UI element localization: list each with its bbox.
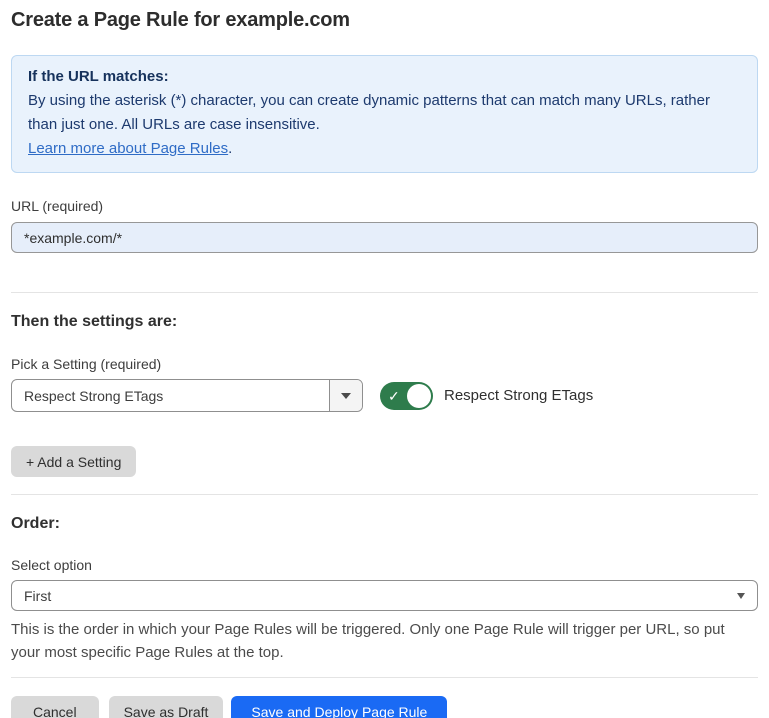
info-box-body: By using the asterisk (*) character, you… <box>28 89 741 137</box>
add-setting-button[interactable]: + Add a Setting <box>11 446 136 477</box>
setting-select-arrow-button[interactable] <box>329 380 362 411</box>
order-select-value: First <box>24 588 737 604</box>
url-match-info-box: If the URL matches: By using the asteris… <box>11 55 758 173</box>
save-as-draft-button[interactable]: Save as Draft <box>109 696 224 718</box>
order-help-text: This is the order in which your Page Rul… <box>11 618 758 664</box>
setting-row: Respect Strong ETags ✓ Respect Strong ET… <box>11 379 758 412</box>
toggle-label: Respect Strong ETags <box>444 387 593 404</box>
settings-section-heading: Then the settings are: <box>11 313 758 331</box>
footer-actions: Cancel Save as Draft Save and Deploy Pag… <box>11 696 758 718</box>
save-and-deploy-button[interactable]: Save and Deploy Page Rule <box>231 696 447 718</box>
divider <box>11 494 758 495</box>
link-suffix: . <box>228 140 232 157</box>
etags-toggle[interactable]: ✓ <box>380 382 433 410</box>
checkmark-icon: ✓ <box>388 389 400 403</box>
setting-select-value: Respect Strong ETags <box>12 380 329 411</box>
info-box-link-line: Learn more about Page Rules. <box>28 137 741 161</box>
page-title: Create a Page Rule for example.com <box>11 9 758 32</box>
learn-more-link[interactable]: Learn more about Page Rules <box>28 140 228 157</box>
toggle-knob <box>407 384 431 408</box>
divider <box>11 677 758 678</box>
order-select[interactable]: First <box>11 580 758 611</box>
info-box-heading: If the URL matches: <box>28 65 741 89</box>
page-rule-form: Create a Page Rule for example.com If th… <box>0 9 769 718</box>
chevron-down-icon <box>737 593 745 599</box>
divider <box>11 292 758 293</box>
url-field-label: URL (required) <box>11 198 758 214</box>
url-input[interactable] <box>11 222 758 253</box>
chevron-down-icon <box>341 393 351 399</box>
setting-select[interactable]: Respect Strong ETags <box>11 379 363 412</box>
order-section-heading: Order: <box>11 515 758 533</box>
order-select-label: Select option <box>11 557 758 573</box>
cancel-button[interactable]: Cancel <box>11 696 99 718</box>
pick-setting-label: Pick a Setting (required) <box>11 356 758 372</box>
